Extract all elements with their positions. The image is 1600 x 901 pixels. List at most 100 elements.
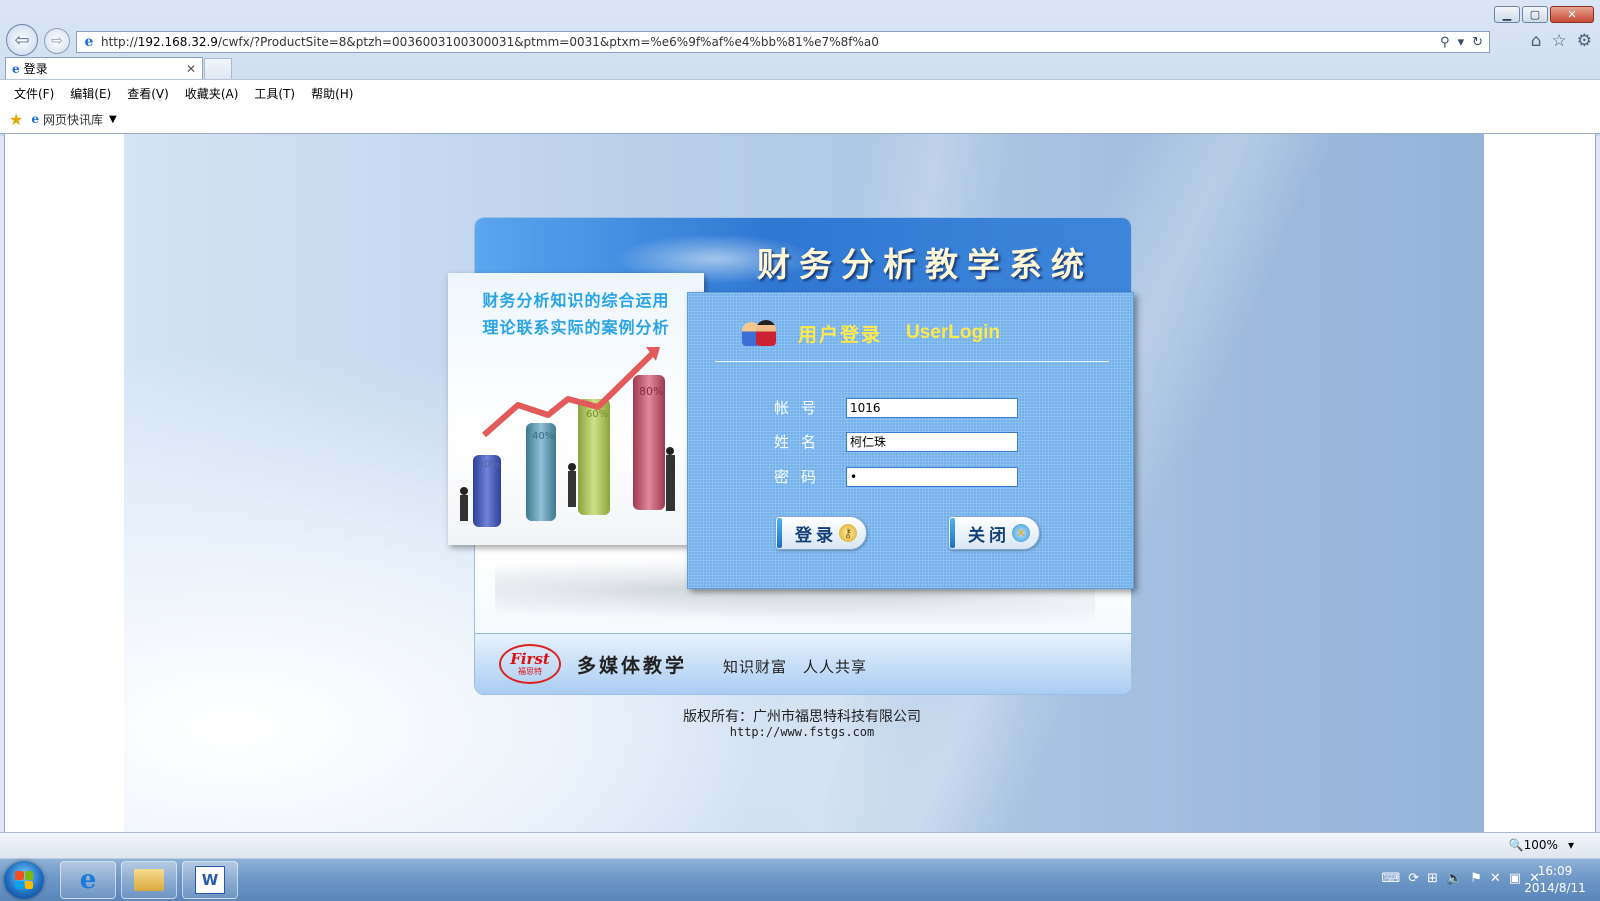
minimize-button[interactable]: ▁ [1494,6,1520,23]
flag-tray-icon[interactable]: ⚑ [1470,871,1482,886]
home-icon[interactable]: ⌂ [1531,31,1542,51]
folder-icon [134,869,164,891]
copyright-text: 版权所有：广州市福思特科技有限公司 [683,709,921,725]
account-label: 帐号 [774,399,829,417]
web-slice-gallery-link[interactable]: 网页快讯库 [43,111,103,128]
browser-chrome: ▁ ▢ ✕ ⇦ ⇨ e http://192.168.32.9/cwfx/?Pr… [0,0,1600,136]
person-figure-2 [568,463,576,471]
add-favorite-star-icon[interactable]: ★ [9,110,23,129]
gear-icon[interactable]: ⚙ [1577,31,1592,51]
promo-line-1: 财务分析知识的综合运用 [482,291,670,310]
tab-login[interactable]: e 登录 ✕ [5,57,203,79]
name-label: 姓名 [774,433,829,451]
menu-view[interactable]: 查看(V) [127,85,169,102]
password-label: 密码 [774,468,829,486]
start-button[interactable] [4,861,44,899]
account-row: 帐号 [774,397,1018,418]
network-icon[interactable]: ⊞ [1427,871,1438,886]
person-body-3 [666,455,675,511]
keyboard-icon[interactable]: ⌨ [1381,871,1400,886]
ie-taskbar-icon: e [79,865,97,895]
login-button[interactable]: 登录 ⚷ [775,516,867,550]
url-rest: /cwfx/?ProductSite=8&ptzh=00360031003000… [217,35,879,49]
login-title: 用户登录 [798,323,883,346]
account-input[interactable] [846,397,1018,418]
windows-logo-icon [15,871,33,889]
window-controls: ▁ ▢ ✕ [1494,6,1594,23]
alert-icon[interactable]: ✕ [1490,871,1501,886]
taskbar-explorer-button[interactable] [121,861,177,899]
back-button[interactable]: ⇦ [6,24,38,56]
clock[interactable]: 16:09 2014/8/11 [1520,863,1590,897]
web-slice-icon: e [31,112,39,126]
new-tab-button[interactable] [204,58,232,79]
taskbar-ie-button[interactable]: e [60,861,116,899]
login-header: 用户登录 UserLogin [740,318,1000,348]
url-prefix: http:// [101,35,138,49]
menu-edit[interactable]: 编辑(E) [70,85,111,102]
ie-page-icon: e [84,34,94,50]
users-icon [740,318,778,348]
system-tray: ⌨ ⟳ ⊞ 🔈 ⚑ ✕ ▣ ✕ [1381,871,1540,886]
zoom-control[interactable]: 🔍100% ▾ [1509,838,1574,852]
growth-chart-illustration: 20% 40% 60% 80% [460,347,675,527]
close-button[interactable]: 关闭 ✕ [948,516,1040,550]
browser-right-icons: ⌂ ☆ ⚙ [1531,31,1592,51]
close-tab-icon[interactable]: ✕ [186,62,196,76]
person-body-2 [568,471,576,507]
url-host: 192.168.32.9 [137,35,218,49]
system-title: 财务分析教学系统 [757,245,1093,284]
logo-text: First [510,650,550,668]
status-bar: 🔍100% ▾ [0,832,1600,859]
tab-title: 登录 [23,62,48,76]
person-figure-1 [460,487,468,495]
forward-button[interactable]: ⇨ [44,28,70,54]
bar-label-40: 40% [532,431,554,442]
logo-subtext: 福思特 [518,667,542,676]
ie-tab-icon: e [12,61,20,76]
address-url[interactable]: http://192.168.32.9/cwfx/?ProductSite=8&… [101,35,1440,49]
favorites-star-icon[interactable]: ☆ [1552,31,1567,51]
arrow-left-icon: ⇦ [14,29,30,51]
taskbar: e W ⌨ ⟳ ⊞ 🔈 ⚑ ✕ ▣ ✕ 16:09 2014/8/11 [0,858,1600,901]
chevron-down-icon[interactable]: ▾ [1458,35,1465,50]
menu-file[interactable]: 文件(F) [14,85,54,102]
login-panel: 用户登录 UserLogin 帐号 姓名 密码 登录 ⚷ [687,292,1134,589]
arrow-right-icon: ⇨ [51,33,63,49]
zoom-dropdown-icon[interactable]: ▾ [1568,838,1574,852]
refresh-icon[interactable]: ↻ [1472,35,1483,50]
login-divider [715,361,1109,362]
page-viewport: 财务分析教学系统 First 福思特 多媒体教学 知识财富 人人共享 财务分析知… [4,134,1596,832]
promo-panel: 财务分析知识的综合运用 理论联系实际的案例分析 20% 40% 60% 80% [448,273,704,545]
login-title-en: UserLogin [906,322,1000,343]
clock-date: 2014/8/11 [1524,881,1586,895]
company-site-text: http://www.fstgs.com [729,725,875,739]
password-row: 密码 [774,466,1018,487]
brand-name: 多媒体教学 [577,655,688,677]
key-icon: ⚷ [839,524,857,542]
sync-icon[interactable]: ⟳ [1408,871,1419,886]
zoom-magnifier-icon: 🔍 [1508,838,1524,852]
name-input[interactable] [846,431,1018,452]
menu-tools[interactable]: 工具(T) [254,85,295,102]
menu-help[interactable]: 帮助(H) [311,85,353,102]
search-icon[interactable]: ⚲ [1440,35,1450,50]
word-icon: W [195,866,225,894]
tab-bar: e 登录 ✕ [0,57,1600,79]
card-footer: First 福思特 多媒体教学 知识财富 人人共享 [475,633,1131,694]
promo-line-2: 理论联系实际的案例分析 [482,318,670,337]
name-row: 姓名 [774,431,1018,452]
menu-bar: 文件(F) 编辑(E) 查看(V) 收藏夹(A) 工具(T) 帮助(H) [0,79,1600,106]
password-input[interactable] [846,466,1018,487]
volume-icon[interactable]: 🔈 [1446,871,1462,886]
zoom-level: 100% [1523,838,1558,852]
menu-favorites[interactable]: 收藏夹(A) [185,85,239,102]
dropdown-caret-icon[interactable]: ▼ [109,114,117,125]
address-bar[interactable]: e http://192.168.32.9/cwfx/?ProductSite=… [76,31,1490,53]
taskbar-word-button[interactable]: W [182,861,238,899]
close-button-label: 关闭 [968,525,1010,546]
maximize-button[interactable]: ▢ [1522,6,1548,23]
login-page-background: 财务分析教学系统 First 福思特 多媒体教学 知识财富 人人共享 财务分析知… [124,134,1484,832]
person-figure-3 [666,447,674,455]
close-window-button[interactable]: ✕ [1550,6,1594,23]
